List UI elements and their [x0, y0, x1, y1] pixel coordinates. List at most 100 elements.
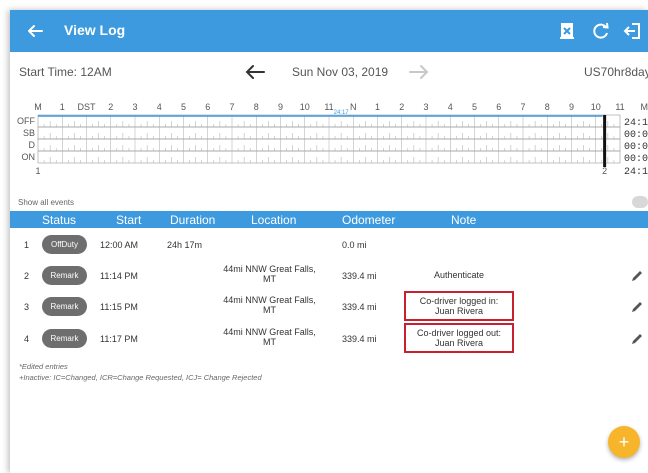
inactive-legend-footnote: +Inactive: IC=Changed, ICR=Change Reques…: [19, 373, 262, 382]
hour-label: 6: [205, 102, 210, 112]
cycle-rule-label: US70hr8days: [584, 65, 648, 79]
row-label: D: [29, 140, 36, 150]
log-graph-svg: M 1 DST 2 3 4 5 6 7 8 9 10 11 N 1 2 3 4 5 6 7 8 9 10 11 M OFF 24:17…: [17, 102, 648, 178]
row-odometer: 339.4 mi: [342, 334, 377, 344]
table-row[interactable]: 3 Remark 11:15 PM 44mi NNW Great Falls, …: [10, 291, 648, 323]
header-note: Note: [451, 213, 477, 227]
hour-label: 1: [375, 102, 380, 112]
hour-label: 3: [132, 102, 137, 112]
row-number: 4: [24, 334, 30, 344]
row-total: 00:00: [624, 130, 648, 141]
previous-day-arrow-icon[interactable]: [243, 60, 267, 84]
header-location: Location: [251, 213, 297, 227]
status-badge: OffDuty: [42, 235, 87, 254]
row-label: OFF: [17, 116, 35, 126]
note-line-1: Co-driver logged in:: [419, 296, 499, 306]
row-odometer: 339.4 mi: [342, 271, 377, 281]
row-total: 24:17: [624, 118, 648, 129]
hour-label: 11: [324, 102, 333, 112]
row-note: Authenticate: [404, 260, 514, 290]
hour-label: N: [350, 102, 357, 112]
row-location: 44mi NNW Great Falls, MT: [223, 327, 316, 347]
hour-label: 2: [399, 102, 404, 112]
hour-label: 3: [423, 102, 428, 112]
note-line-2: Juan Rivera: [434, 338, 484, 348]
pencil-icon[interactable]: [630, 269, 644, 283]
hour-label: 4: [157, 102, 162, 112]
row-total: 00:00: [624, 142, 648, 153]
row-number: 1: [24, 240, 30, 250]
show-all-events-label: Show all events: [18, 198, 75, 207]
events-table-header: Status Start Duration Location Odometer …: [10, 211, 648, 228]
date-navigation: Start Time: 12AM Sun Nov 03, 2019 US70hr…: [10, 52, 648, 92]
marker-time-label: 24:17: [334, 110, 350, 116]
pencil-icon[interactable]: [630, 332, 644, 346]
document-icon[interactable]: [556, 20, 578, 42]
hour-label: 1: [60, 102, 65, 112]
row-total: 00:00: [624, 154, 648, 165]
status-badge: Remark: [42, 297, 87, 316]
note-line-2: Juan Rivera: [434, 306, 484, 316]
row-start: 11:17 PM: [100, 334, 138, 344]
hour-label: 8: [254, 102, 259, 112]
table-row[interactable]: 2 Remark 11:14 PM 44mi NNW Great Falls, …: [10, 260, 648, 292]
table-row[interactable]: 1 OffDuty 12:00 AM 24h 17m 0.0 mi: [10, 229, 648, 261]
hour-label: 9: [278, 102, 283, 112]
log-graph: M 1 DST 2 3 4 5 6 7 8 9 10 11 N 1 2 3 4 5 6 7 8 9 10 11 M OFF 24:17…: [10, 92, 648, 200]
bottom-left-label: 1: [35, 166, 40, 176]
row-start: 12:00 AM: [100, 240, 139, 250]
add-event-button[interactable]: +: [608, 426, 640, 458]
row-location: 44mi NNW Great Falls, MT: [223, 295, 316, 315]
note-text: Authenticate: [433, 270, 485, 280]
hour-label: 8: [545, 102, 550, 112]
row-number: 2: [24, 271, 30, 281]
hour-label: 2: [108, 102, 113, 112]
hour-label: DST: [78, 102, 97, 112]
hour-label: 6: [496, 102, 501, 112]
header-start: Start: [116, 213, 142, 227]
row-start: 11:15 PM: [100, 302, 138, 312]
refresh-icon[interactable]: [590, 20, 612, 42]
status-badge: Remark: [42, 329, 87, 348]
row-odometer: 0.0 mi: [342, 240, 367, 250]
page-title: View Log: [64, 22, 126, 38]
note-line-1: Co-driver logged out:: [416, 328, 502, 338]
hour-label: 4: [448, 102, 453, 112]
hour-label: 5: [181, 102, 186, 112]
show-all-events-toggle[interactable]: [632, 196, 648, 208]
header-duration: Duration: [170, 213, 216, 227]
current-date: Sun Nov 03, 2019: [292, 65, 389, 79]
row-label: ON: [22, 152, 36, 162]
bottom-right-label: 2: [602, 166, 607, 176]
start-time-label: Start Time: 12AM: [19, 65, 112, 79]
row-note-highlighted: Co-driver logged out: Juan Rivera: [404, 323, 514, 353]
row-label: SB: [23, 128, 35, 138]
header-status: Status: [42, 213, 77, 227]
table-row[interactable]: 4 Remark 11:17 PM 44mi NNW Great Falls, …: [10, 323, 648, 355]
hour-label: 10: [591, 102, 601, 112]
grand-total: 24:17: [624, 167, 648, 178]
pencil-icon[interactable]: [630, 300, 644, 314]
next-day-arrow-icon[interactable]: [407, 60, 431, 84]
logout-icon[interactable]: [622, 20, 644, 42]
app-window: View Log Start Time: 12AM Sun Nov 03, 20…: [10, 10, 648, 473]
row-number: 3: [24, 302, 30, 312]
hour-label: M: [641, 102, 648, 112]
hour-label: 9: [569, 102, 574, 112]
status-badge: Remark: [42, 266, 87, 285]
row-duration: 24h 17m: [167, 240, 203, 250]
app-bar: View Log: [10, 10, 648, 52]
hour-label: 7: [520, 102, 525, 112]
row-location: 44mi NNW Great Falls, MT: [223, 264, 316, 284]
hour-label: 7: [229, 102, 234, 112]
hour-label: M: [34, 102, 42, 112]
row-start: 11:14 PM: [100, 271, 138, 281]
edited-entries-footnote: *Edited entries: [19, 362, 68, 371]
hour-label: 5: [472, 102, 477, 112]
header-odometer: Odometer: [342, 213, 396, 227]
arrow-left-icon[interactable]: [24, 20, 46, 42]
row-note-highlighted: Co-driver logged in: Juan Rivera: [404, 291, 514, 321]
row-odometer: 339.4 mi: [342, 302, 377, 312]
hour-label: 11: [615, 102, 624, 112]
hour-label: 10: [300, 102, 310, 112]
